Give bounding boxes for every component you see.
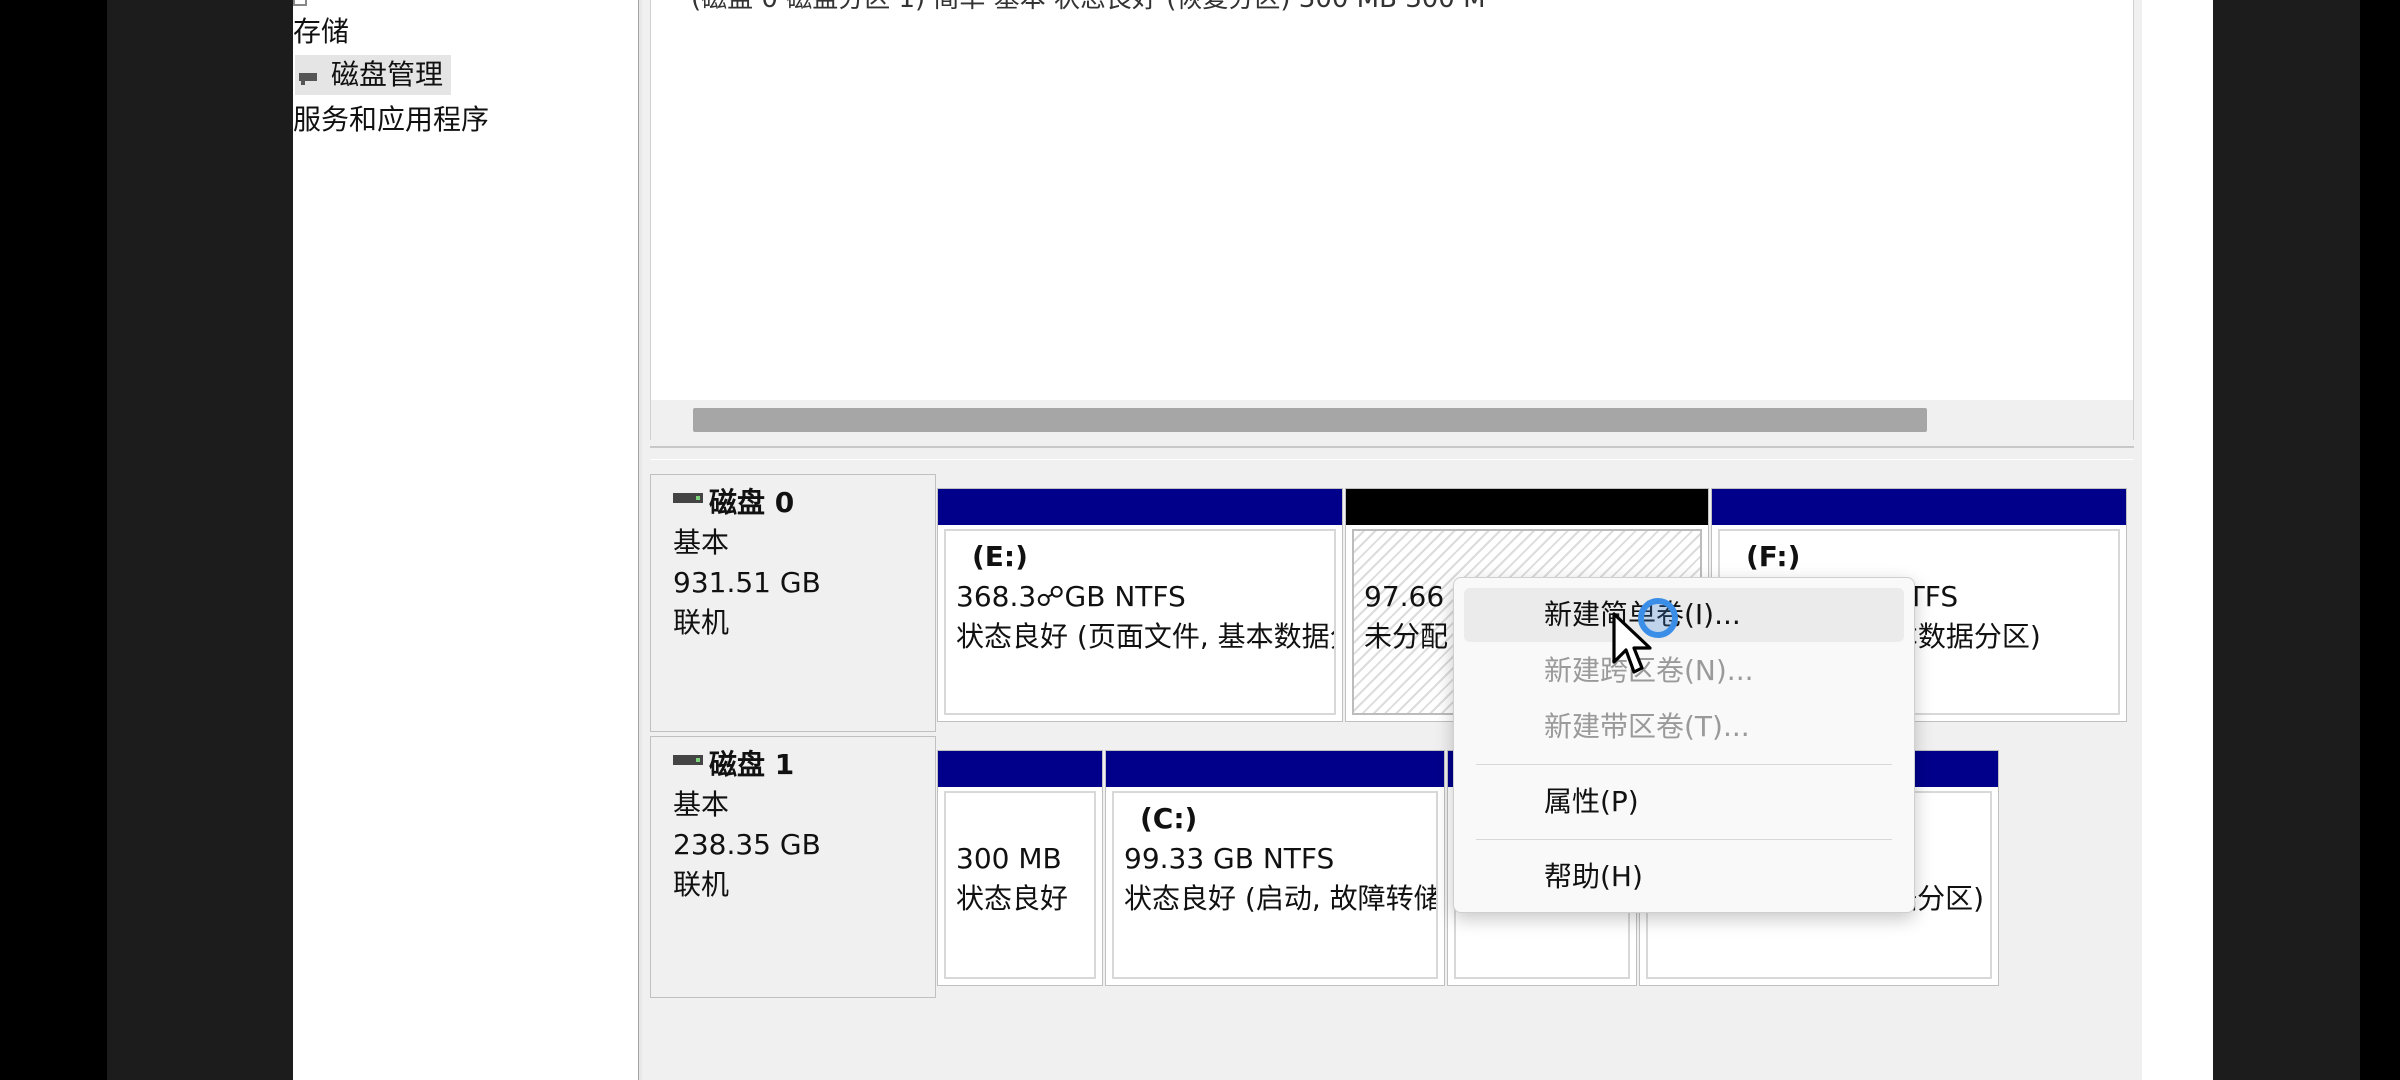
partition-bar: [1106, 751, 1444, 787]
menu-item-new-striped-volume: 新建带区卷(T)...: [1544, 710, 1750, 743]
tree-item-disk-management[interactable]: 磁盘管理: [295, 55, 452, 95]
content-pane: (磁盘 0 磁盘分区 1) 简单 基本 状态良好 (恢复分区) 300 MB 3…: [642, 0, 2142, 1080]
partition-bar: [938, 751, 1102, 787]
partition-body: (C:) 99.33 GB NTFS 状态良好 (启动, 故障转储, 基本数据分…: [1112, 791, 1438, 979]
menu-item-properties[interactable]: 属性(P): [1464, 775, 1904, 829]
disk-size: 931.51 GB: [673, 566, 821, 599]
disk-drive-icon: [673, 493, 703, 503]
tree-item-label: 服务和应用程序: [293, 103, 490, 136]
tree-item-services-apps[interactable]: 服务和应用程序: [293, 100, 489, 140]
partition-bar: [1712, 489, 2126, 525]
disk-name: 磁盘 0: [709, 486, 795, 519]
disk-type: 基本: [673, 526, 730, 559]
disk-size: 238.35 GB: [673, 828, 821, 861]
pane-splitter[interactable]: [650, 446, 2134, 460]
partition-size: 368.3☍GB NTFS: [956, 580, 1186, 613]
partition-e[interactable]: (E:) 368.3☍GB NTFS 状态良好 (页面文件, 基本数据分区): [937, 488, 1343, 722]
partition-status: 状态良好 (启动, 故障转储, 基本数据分区): [1124, 882, 1436, 915]
menu-item-new-spanned-volume: 新建跨区卷(N)...: [1544, 654, 1754, 687]
mouse-cursor-icon: [1612, 612, 1652, 674]
left-black-border: [0, 0, 107, 1080]
disk-1-label[interactable]: 磁盘 1 基本 238.35 GB 联机: [650, 736, 936, 998]
partition-body: (E:) 368.3☍GB NTFS 状态良好 (页面文件, 基本数据分区): [944, 529, 1336, 715]
disk-type: 基本: [673, 788, 730, 821]
menu-item-help[interactable]: 帮助(H): [1464, 850, 1904, 904]
partition-c[interactable]: (C:) 99.33 GB NTFS 状态良好 (启动, 故障转储, 基本数据分…: [1105, 750, 1445, 986]
partition-body: 300 MB 状态良好: [944, 791, 1096, 979]
partition-status: 状态良好 (页面文件, 基本数据分区): [956, 620, 1334, 653]
tree-item-label: 存储: [293, 15, 350, 48]
tree-item-storage[interactable]: 存储: [293, 12, 349, 52]
disk-status: 联机: [673, 868, 730, 901]
menu-separator: [1476, 764, 1892, 765]
partition-name: (C:): [1140, 802, 1198, 835]
tree-item-label: 磁盘管理: [331, 58, 444, 91]
partition-name: (E:): [972, 540, 1028, 573]
partition-bar: [1346, 489, 1708, 525]
left-letterbox: [107, 0, 293, 1080]
partition-bar: [938, 489, 1342, 525]
volume-list-row[interactable]: (磁盘 0 磁盘分区 1) 简单 基本 状态良好 (恢复分区) 300 MB 3…: [691, 0, 1486, 15]
navigation-tree: 存储 磁盘管理 服务和应用程序: [293, 0, 638, 1080]
partition-status: 状态良好: [956, 882, 1069, 915]
disk-name: 磁盘 1: [709, 748, 795, 781]
disk-management-window: 存储 磁盘管理 服务和应用程序 (磁盘 0 磁盘分区 1) 简单 基本 状态良好…: [293, 0, 2213, 1080]
disk-management-icon: [299, 67, 319, 85]
disk-drive-icon: [673, 755, 703, 765]
partition-recovery[interactable]: 300 MB 状态良好: [937, 750, 1103, 986]
scrollbar-thumb[interactable]: [693, 408, 1927, 432]
volume-list[interactable]: (磁盘 0 磁盘分区 1) 简单 基本 状态良好 (恢复分区) 300 MB 3…: [650, 0, 2134, 440]
partition-name: (F:): [1746, 540, 1801, 573]
partition-size: 99.33 GB NTFS: [1124, 842, 1335, 875]
menu-separator: [1476, 839, 1892, 840]
right-black-border: [2360, 0, 2400, 1080]
horizontal-scrollbar[interactable]: [651, 400, 2133, 440]
disk-status: 联机: [673, 606, 730, 639]
partition-size: 300 MB: [956, 842, 1062, 875]
disk-0-label[interactable]: 磁盘 0 基本 931.51 GB 联机: [650, 474, 936, 732]
tree-folder-icon: [293, 0, 307, 6]
context-menu: 新建简单卷(I)... 新建跨区卷(N)... 新建带区卷(T)... 属性(P…: [1453, 577, 1915, 913]
menu-item-new-simple-volume[interactable]: 新建简单卷(I)...: [1464, 588, 1904, 642]
